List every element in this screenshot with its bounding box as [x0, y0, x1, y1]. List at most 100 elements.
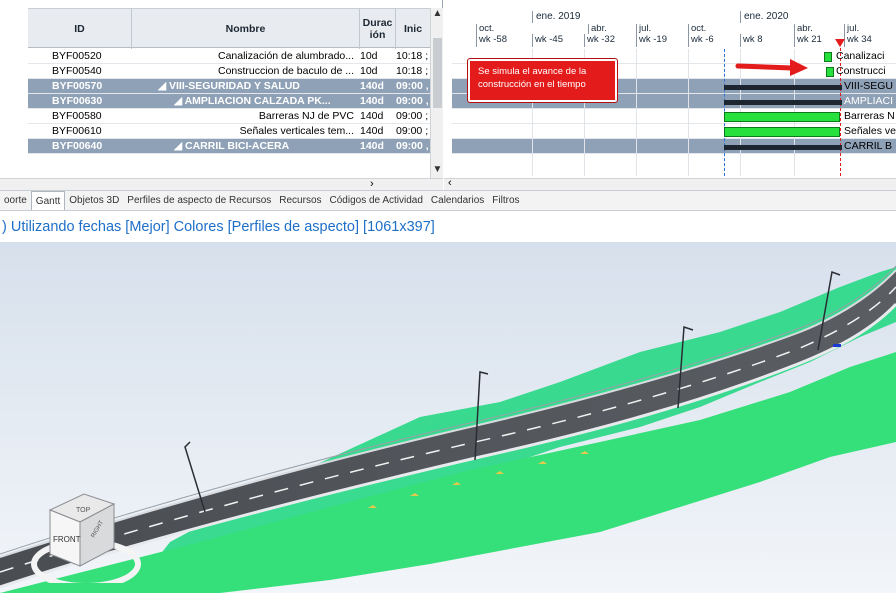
tab-codigos-actividad[interactable]: Códigos de Actividad — [326, 191, 427, 210]
row-duration: 10d — [360, 65, 378, 77]
task-bar[interactable] — [724, 112, 840, 122]
week-label: wk -6 — [688, 34, 740, 47]
row-start: 09:00 ; — [396, 110, 429, 122]
row-id: BYF00570 — [52, 80, 103, 92]
table-row[interactable]: BYF00570 ◢ VIII-SEGURIDAD Y SALUD 140d 0… — [28, 79, 430, 94]
tab-filtros[interactable]: Filtros — [488, 191, 523, 210]
row-id: BYF00520 — [52, 50, 102, 62]
week-label: wk 8 — [740, 34, 794, 47]
grid-rows: BYF00520 Canalización de alumbrado... 10… — [28, 49, 430, 154]
table-row[interactable]: BYF00630 ◢ AMPLIACION CALZADA PK... 140d… — [28, 94, 430, 109]
scroll-thumb[interactable] — [433, 38, 442, 108]
scroll-right-icon[interactable]: › — [370, 178, 374, 190]
tab-soporte[interactable]: oorte — [0, 191, 31, 210]
task-bar-label: Señales ve — [844, 125, 896, 137]
scroll-up-icon[interactable]: ▲ — [431, 8, 444, 19]
selected-object[interactable] — [833, 344, 841, 347]
task-bar[interactable] — [826, 67, 834, 77]
row-name: ◢ AMPLIACION CALZADA PK... — [174, 95, 331, 107]
navcube-top-label[interactable]: TOP — [76, 507, 91, 514]
gantt-horizontal-scrollbar[interactable]: ‹ — [444, 177, 896, 190]
month-label: jul. — [636, 24, 688, 34]
task-bar-label: Barreras N — [844, 110, 895, 122]
task-bar-label: VIII-SEGU — [844, 80, 894, 92]
gantt-body: Canalizaci Construcci VIII-SEGU AMPLIACI… — [452, 39, 896, 176]
summary-bar[interactable] — [724, 100, 842, 105]
task-bar-label: AMPLIACI — [844, 95, 894, 107]
grid-line — [636, 49, 637, 176]
table-row[interactable]: BYF00540 Construccion de baculo de ... 1… — [28, 64, 430, 79]
row-name: Construccion de baculo de ... — [218, 65, 354, 77]
arrow-right-icon — [735, 59, 808, 76]
table-row[interactable]: BYF00520 Canalización de alumbrado... 10… — [28, 49, 430, 64]
col-header-id[interactable]: ID — [28, 9, 132, 49]
row-id: BYF00640 — [52, 140, 103, 152]
col-header-start[interactable]: Inic — [396, 9, 430, 49]
tab-perfiles-aspecto[interactable]: Perfiles de aspecto de Recursos — [123, 191, 275, 210]
view-title: ) Utilizando fechas [Mejor] Colores [Per… — [0, 212, 896, 242]
tab-bar: oorte Gantt Objetos 3D Perfiles de aspec… — [0, 190, 896, 211]
table-row[interactable]: BYF00580 Barreras NJ de PVC 140d 09:00 ; — [28, 109, 430, 124]
row-start: 09:00 ; — [396, 125, 429, 137]
month-label: oct. — [476, 24, 532, 34]
summary-bar[interactable] — [724, 145, 842, 150]
row-start: 09:00 , — [396, 95, 429, 107]
gantt-chart[interactable]: ene. 2019 ene. 2020 oct. abr. jul. oct. … — [444, 0, 896, 190]
table-row[interactable]: BYF00640 ◢ CARRIL BICI-ACERA 140d 09:00 … — [28, 139, 430, 154]
row-start: 09:00 , — [396, 140, 429, 152]
row-name: ◢ VIII-SEGURIDAD Y SALUD — [158, 80, 300, 92]
tab-recursos[interactable]: Recursos — [275, 191, 325, 210]
month-label: jul. — [844, 24, 896, 34]
task-grid[interactable]: ID Nombre Durac ión Inic BYF00520 Canali… — [0, 0, 443, 190]
task-bar[interactable] — [824, 52, 832, 62]
grid-header: ID Nombre Durac ión Inic — [28, 8, 443, 49]
week-label: wk 34 — [844, 34, 896, 47]
navcube-front-label[interactable]: FRONT — [53, 535, 81, 544]
today-marker — [840, 43, 841, 176]
row-duration: 140d — [360, 140, 384, 152]
scroll-down-icon[interactable]: ▼ — [431, 164, 444, 175]
row-duration: 10d — [360, 50, 378, 62]
row-duration: 140d — [360, 110, 384, 122]
col-header-duration[interactable]: Durac ión — [360, 9, 396, 49]
month-label: oct. — [688, 24, 740, 34]
task-bar[interactable] — [724, 127, 840, 137]
3d-viewport[interactable]: TOP FRONT RIGHT — [0, 242, 896, 593]
col-header-name[interactable]: Nombre — [132, 9, 360, 49]
scroll-left-icon[interactable]: ‹ — [448, 177, 452, 189]
row-name: Canalización de alumbrado... — [218, 50, 354, 62]
grid-line — [688, 49, 689, 176]
row-start: 10:18 ; — [396, 50, 429, 62]
month-label: abr. — [588, 24, 634, 34]
week-label: wk -32 — [584, 34, 636, 47]
row-name: Barreras NJ de PVC — [258, 110, 354, 122]
row-start: 09:00 , — [396, 80, 429, 92]
week-label: wk -58 — [476, 34, 532, 47]
grid-horizontal-scrollbar[interactable]: › — [0, 178, 443, 190]
row-start: 10:18 ; — [396, 65, 429, 77]
task-bar-label: Canalizaci — [836, 50, 885, 62]
gantt-timescale: ene. 2019 ene. 2020 oct. abr. jul. oct. … — [452, 8, 896, 48]
week-label: wk -19 — [636, 34, 688, 47]
row-id: BYF00610 — [52, 125, 102, 137]
task-bar-label: CARRIL B — [844, 140, 893, 152]
tab-calendarios[interactable]: Calendarios — [427, 191, 488, 210]
row-duration: 140d — [360, 80, 384, 92]
week-label: wk -45 — [532, 34, 584, 47]
row-duration: 140d — [360, 125, 384, 137]
annotation-callout: Se simula el avance de la construcción e… — [467, 58, 618, 103]
row-id: BYF00630 — [52, 95, 103, 107]
grid-vertical-scrollbar[interactable]: ▲ ▼ — [430, 8, 443, 178]
tab-gantt[interactable]: Gantt — [30, 191, 66, 210]
year-label: ene. 2020 — [740, 11, 896, 23]
navcube-icon[interactable]: TOP FRONT RIGHT — [30, 480, 170, 583]
summary-bar[interactable] — [724, 85, 842, 90]
task-bar-label: Construcci — [836, 65, 886, 77]
month-label: abr. — [794, 24, 844, 34]
row-duration: 140d — [360, 95, 384, 107]
row-name: Señales verticales tem... — [239, 125, 354, 137]
today-marker-head — [835, 39, 845, 47]
row-id: BYF00580 — [52, 110, 102, 122]
tab-objetos-3d[interactable]: Objetos 3D — [65, 191, 123, 210]
table-row[interactable]: BYF00610 Señales verticales tem... 140d … — [28, 124, 430, 139]
